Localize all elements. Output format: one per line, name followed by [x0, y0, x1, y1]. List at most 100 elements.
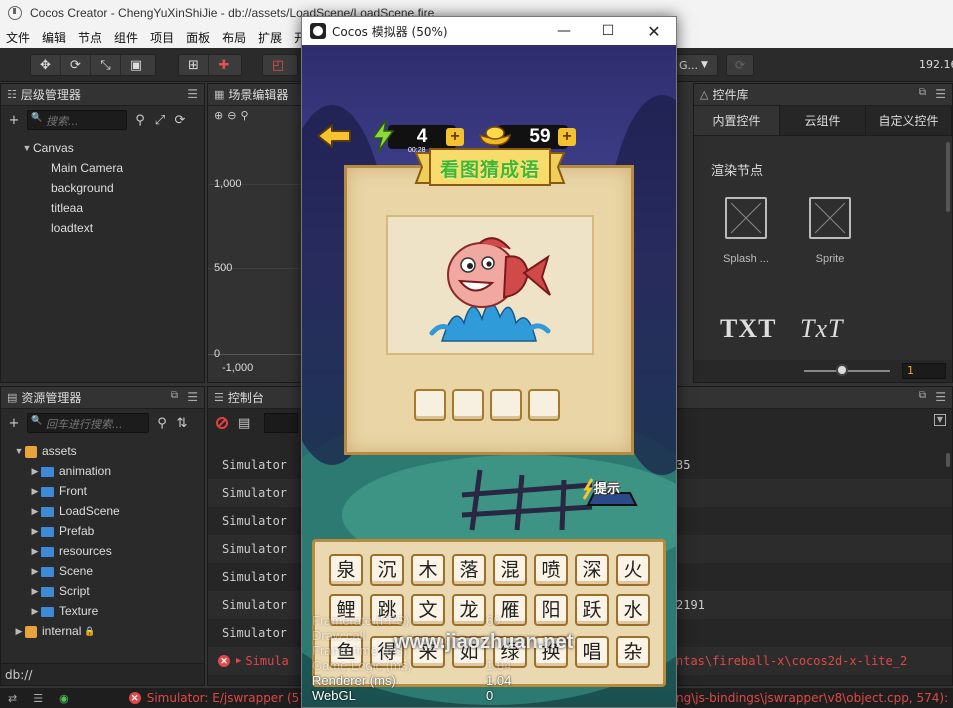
char-tile[interactable]: 火	[616, 554, 650, 586]
slider-handle[interactable]	[836, 364, 848, 376]
expand-arrow-icon[interactable]: ▶	[29, 526, 41, 537]
tree-node[interactable]: loadtext	[1, 218, 204, 238]
panel-menu-icon[interactable]: ☰	[187, 87, 198, 101]
preview-eye-icon[interactable]: ◉	[59, 692, 69, 705]
folder-scene[interactable]: ▶ Scene	[1, 561, 204, 581]
tree-node[interactable]: background	[1, 178, 204, 198]
database-icon[interactable]: ☰	[33, 692, 43, 705]
tree-node[interactable]: Main Camera	[1, 158, 204, 178]
menu-file[interactable]: 文件	[0, 29, 36, 46]
tab-builtin[interactable]: 内置控件	[694, 106, 780, 135]
add-energy-button[interactable]: +	[446, 128, 464, 146]
lib-item-splash[interactable]: Splash ...	[716, 197, 776, 265]
hierarchy-search-input[interactable]: 搜索...	[27, 110, 127, 130]
char-tile[interactable]: 木	[411, 554, 445, 586]
maximize-icon[interactable]: ⧉	[171, 390, 178, 401]
folder-resources[interactable]: ▶ resources	[1, 541, 204, 561]
locate-icon[interactable]: ⤢	[153, 113, 167, 128]
answer-slot[interactable]	[452, 389, 484, 421]
answer-slot[interactable]	[414, 389, 446, 421]
rect-tool-icon[interactable]: ▣	[121, 55, 151, 75]
zoom-value-input[interactable]: 1	[902, 363, 946, 379]
menu-project[interactable]: 项目	[144, 29, 180, 46]
answer-slot[interactable]	[490, 389, 522, 421]
platform-select[interactable]: G... ▼	[676, 54, 718, 76]
search-icon[interactable]: ⚲	[133, 113, 147, 128]
expand-arrow-icon[interactable]: ▶	[13, 626, 25, 637]
char-tile[interactable]: 唱	[575, 636, 609, 668]
folder-texture[interactable]: ▶ Texture	[1, 601, 204, 621]
maximize-icon[interactable]: ⧉	[919, 390, 926, 401]
log-file-icon[interactable]: ▤	[238, 416, 250, 431]
zoom-out-icon[interactable]: ⊖	[227, 109, 236, 125]
tree-node-canvas[interactable]: ▼ Canvas	[1, 138, 204, 158]
status-message[interactable]: Simulator: E/jswrapper (574	[147, 691, 315, 705]
assets-search-input[interactable]: 回车进行搜索...	[27, 413, 149, 433]
add-asset-icon[interactable]: +	[7, 416, 21, 431]
folder-animation[interactable]: ▶ animation	[1, 461, 204, 481]
pivot-icon[interactable]: ⊞	[179, 55, 209, 75]
minimize-icon[interactable]: —	[550, 21, 578, 41]
gizmo-icon[interactable]: ◰	[263, 55, 293, 75]
expand-arrow-icon[interactable]: ▶	[29, 606, 41, 617]
folder-prefab[interactable]: ▶ Prefab	[1, 521, 204, 541]
char-tile[interactable]: 杂	[616, 636, 650, 668]
expand-arrow-icon[interactable]: ▶	[29, 546, 41, 557]
library-scrollbar[interactable]	[946, 142, 950, 212]
menu-layout[interactable]: 布局	[216, 29, 252, 46]
search-icon[interactable]: ⚲	[155, 416, 169, 431]
scene-viewport[interactable]: 1,000 500 0 -1,000	[208, 128, 302, 382]
refresh-icon[interactable]: ⟳	[173, 113, 187, 128]
folder-script[interactable]: ▶ Script	[1, 581, 204, 601]
tree-root-internal[interactable]: ▶ internal 🔒	[1, 621, 204, 641]
zoom-in-icon[interactable]: ⊕	[214, 109, 223, 125]
richtext-widget-icon[interactable]: TxT	[800, 314, 843, 344]
tab-cloud[interactable]: 云组件	[780, 106, 866, 135]
close-icon[interactable]: ✕	[640, 21, 668, 41]
char-tile[interactable]: 喷	[534, 554, 568, 586]
folder-front[interactable]: ▶ Front	[1, 481, 204, 501]
console-scrollbar[interactable]	[946, 453, 950, 467]
panel-menu-icon[interactable]: ☰	[187, 390, 198, 404]
char-tile[interactable]: 混	[493, 554, 527, 586]
lib-item-sprite[interactable]: Sprite	[800, 197, 860, 265]
sort-icon[interactable]: ⇅	[175, 416, 189, 431]
panel-menu-icon[interactable]: ☰	[935, 87, 946, 101]
tree-node[interactable]: titleaa	[1, 198, 204, 218]
tree-root-assets[interactable]: ▼ assets	[1, 441, 204, 461]
console-filter-input[interactable]	[264, 413, 299, 433]
refresh-icon[interactable]: ⟳	[726, 54, 754, 76]
answer-slot[interactable]	[528, 389, 560, 421]
expand-arrow-icon[interactable]: ▼	[21, 143, 33, 153]
scale-tool-icon[interactable]: ⤡	[91, 55, 121, 75]
zoom-reset-icon[interactable]: ⚲	[240, 109, 248, 125]
char-tile[interactable]: 跃	[575, 594, 609, 626]
expand-arrow-icon[interactable]: ▶	[29, 486, 41, 497]
add-coins-button[interactable]: +	[558, 128, 576, 146]
char-tile[interactable]: 阳	[534, 594, 568, 626]
add-node-icon[interactable]: +	[7, 113, 21, 128]
rotate-tool-icon[interactable]: ⟳	[61, 55, 91, 75]
label-widget-icon[interactable]: TXT	[720, 314, 776, 344]
sync-icon[interactable]: ⇄	[8, 692, 17, 705]
expand-arrow-icon[interactable]: ▶	[236, 656, 241, 666]
menu-edit[interactable]: 编辑	[36, 29, 72, 46]
clear-icon[interactable]	[216, 417, 228, 429]
char-tile[interactable]: 泉	[329, 554, 363, 586]
move-tool-icon[interactable]: ✥	[31, 55, 61, 75]
local-icon[interactable]: ✚	[209, 55, 239, 75]
menu-component[interactable]: 组件	[108, 29, 144, 46]
menu-panel[interactable]: 面板	[180, 29, 216, 46]
expand-arrow-icon[interactable]: ▶	[29, 506, 41, 517]
char-tile[interactable]: 沉	[370, 554, 404, 586]
maximize-icon[interactable]: ⧉	[919, 87, 926, 98]
maximize-icon[interactable]: ☐	[594, 21, 622, 41]
game-viewport[interactable]: 4 + 00:28 59 + 看图猜成语 提示 泉 沉 木 落 混 喷 深 火 …	[302, 45, 676, 707]
menu-node[interactable]: 节点	[72, 29, 108, 46]
folder-loadscene[interactable]: ▶ LoadScene	[1, 501, 204, 521]
collapse-toggle-icon[interactable]: ▼	[934, 414, 946, 426]
panel-menu-icon[interactable]: ☰	[935, 390, 946, 404]
status-message-tail[interactable]: ng\js-bindings\jswrapper\v8\object.cpp, …	[676, 691, 953, 705]
char-tile[interactable]: 水	[616, 594, 650, 626]
expand-arrow-icon[interactable]: ▼	[13, 446, 25, 456]
